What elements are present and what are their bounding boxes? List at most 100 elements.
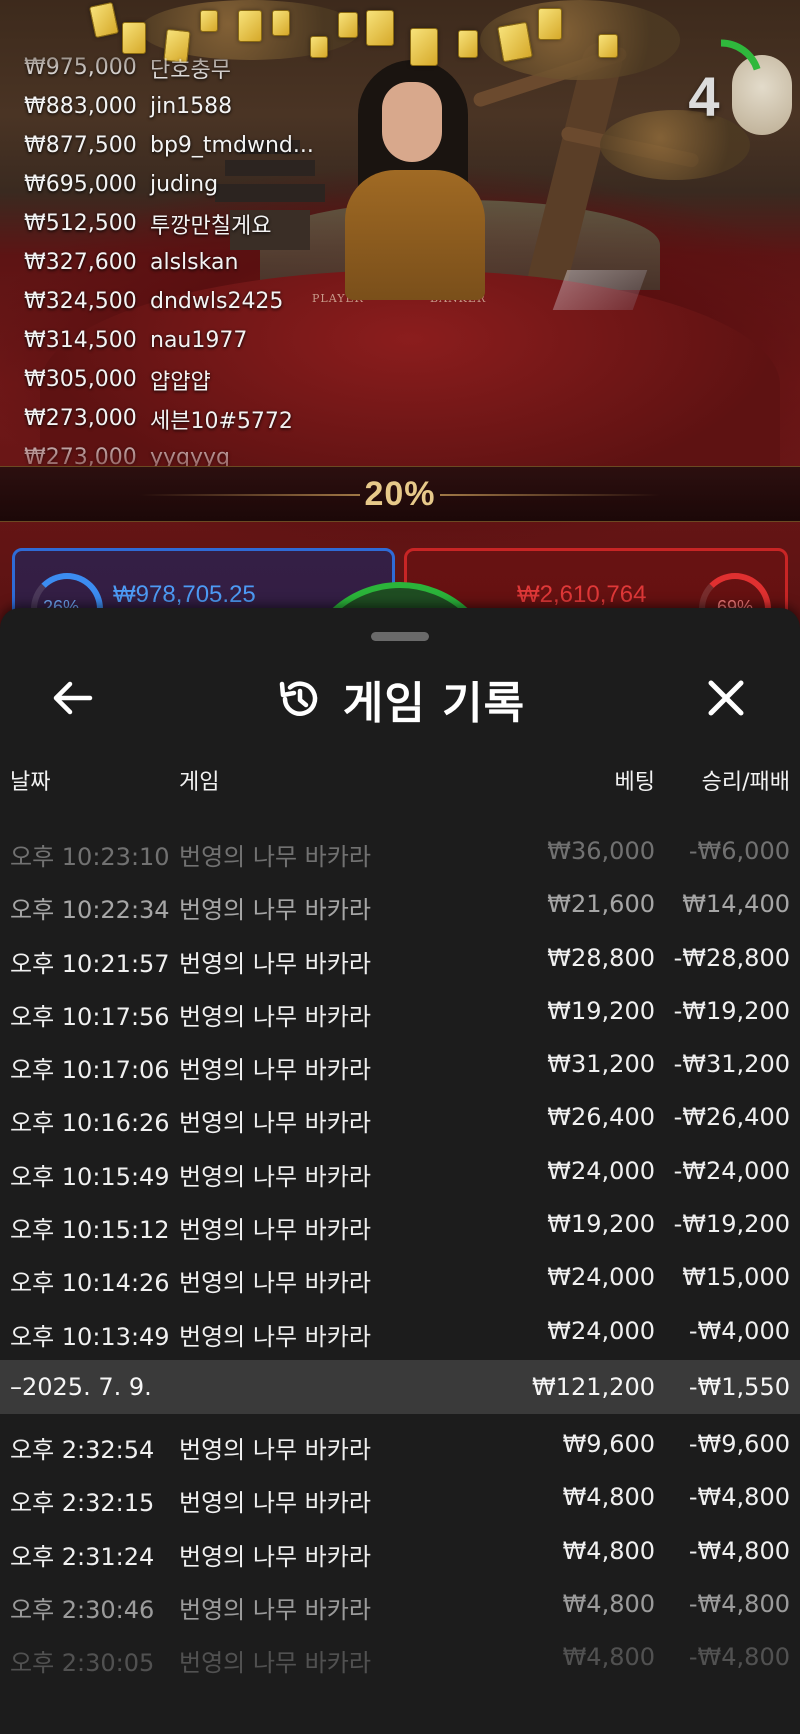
leaderboard-amount: ₩314,500: [24, 328, 137, 353]
row-time: 오후 10:15:12: [10, 1216, 170, 1245]
row-game: 번영의 나무 바카라: [179, 1595, 371, 1624]
row-bet: ₩24,000: [547, 1316, 655, 1345]
row-win-loss: -₩31,200: [673, 1050, 790, 1079]
gold-card-decoration: [598, 34, 618, 58]
history-row[interactable]: 오후 10:15:49 번영의 나무 바카라 ₩24,000 -₩24,000: [0, 1145, 800, 1198]
leaderboard-amount: ₩327,600: [24, 250, 137, 275]
leaderboard-player-name: 투깡만칠게요: [150, 213, 272, 239]
leaderboard-player-name: juding: [150, 172, 219, 197]
player-bet-amount: ₩978,705.25: [113, 581, 256, 608]
sheet-drag-handle[interactable]: [371, 632, 429, 641]
leaderboard-row: ₩314,500 nau1977: [24, 321, 344, 360]
gold-card-decoration: [497, 21, 533, 63]
row-time: 오후 10:23:10: [10, 843, 170, 871]
dealer-figure: [340, 60, 490, 300]
row-time: 오후 10:15:49: [10, 1162, 170, 1191]
day-summary-row[interactable]: –2025. 7. 9. ₩121,200 -₩1,550: [0, 1359, 800, 1414]
row-time: 오후 2:30:46: [10, 1595, 155, 1624]
history-row[interactable]: 오후 10:13:49 번영의 나무 바카라 ₩24,000 -₩4,000: [0, 1305, 800, 1358]
history-row[interactable]: 오후 10:14:26 번영의 나무 바카라 ₩24,000 ₩15,000: [0, 1251, 800, 1304]
leaderboard-row: ₩305,000 얍얍얍: [24, 360, 344, 399]
history-row[interactable]: 오후 2:32:15 번영의 나무 바카라 ₩4,800 -₩4,800: [0, 1471, 800, 1524]
gold-card-decoration: [272, 10, 290, 36]
row-win-loss: -₩4,800: [688, 1589, 790, 1618]
close-button[interactable]: [694, 666, 758, 730]
commission-percent: 20%: [364, 475, 436, 513]
gold-card-decoration: [366, 10, 394, 46]
day-summary-bet: ₩121,200: [532, 1372, 655, 1401]
leaderboard-player-name: 얍얍얍: [150, 369, 211, 395]
row-bet: ₩24,000: [547, 1263, 655, 1292]
history-row[interactable]: 오후 2:32:54 번영의 나무 바카라 ₩9,600 -₩9,600: [0, 1418, 800, 1471]
card-shoe: [552, 270, 648, 310]
history-row[interactable]: 오후 10:15:12 번영의 나무 바카라 ₩19,200 -₩19,200: [0, 1198, 800, 1251]
leaderboard-player-name: jin1588: [150, 94, 233, 119]
leaderboard-amount: ₩975,000: [24, 55, 137, 80]
row-time: 오후 10:17:06: [10, 1056, 170, 1085]
round-countdown: 4: [676, 36, 766, 128]
row-game: 번영의 나무 바카라: [179, 1649, 371, 1678]
row-bet: ₩4,800: [562, 1536, 655, 1565]
gold-card-decoration: [200, 10, 218, 32]
leaderboard-amount: ₩273,000: [24, 406, 137, 431]
sheet-title: 게임 기록: [342, 678, 526, 729]
history-row[interactable]: 오후 10:23:10 번영의 나무 바카라 ₩36,000 -₩6,000: [0, 825, 800, 878]
leaderboard-row: ₩975,000 단호충무: [24, 48, 344, 87]
history-row[interactable]: 오후 10:22:34 번영의 나무 바카라 ₩21,600 ₩14,400: [0, 878, 800, 931]
row-bet: ₩21,600: [547, 890, 655, 919]
row-time: 오후 10:22:34: [10, 896, 170, 925]
gold-card-decoration: [410, 28, 438, 66]
row-win-loss: -₩4,800: [688, 1483, 790, 1512]
row-time: 오후 10:16:26: [10, 1109, 170, 1138]
row-win-loss: ₩15,000: [682, 1263, 790, 1292]
row-time: 오후 10:17:56: [10, 1002, 170, 1031]
leaderboard-player-name: bp9_tmdwnd...: [150, 133, 314, 158]
history-row[interactable]: 오후 10:17:06 번영의 나무 바카라 ₩31,200 -₩31,200: [0, 1038, 800, 1091]
leaderboard-amount: ₩512,500: [24, 211, 137, 236]
history-row[interactable]: 오후 2:30:05 번영의 나무 바카라 ₩4,800 -₩4,800: [0, 1631, 800, 1684]
row-time: 오후 10:14:26: [10, 1269, 170, 1298]
history-row[interactable]: 오후 10:16:26 번영의 나무 바카라 ₩26,400 -₩26,400: [0, 1091, 800, 1144]
row-win-loss: -₩26,400: [673, 1103, 790, 1132]
row-bet: ₩36,000: [547, 837, 655, 865]
row-game: 번영의 나무 바카라: [179, 1322, 371, 1351]
row-win-loss: -₩24,000: [673, 1156, 790, 1185]
row-time: 오후 10:21:57: [10, 949, 170, 978]
history-row[interactable]: 오후 2:31:24 번영의 나무 바카라 ₩4,800 -₩4,800: [0, 1525, 800, 1578]
row-time: 오후 2:32:15: [10, 1489, 155, 1518]
leaderboard-amount: ₩305,000: [24, 367, 137, 392]
history-row[interactable]: 오후 2:30:46 번영의 나무 바카라 ₩4,800 -₩4,800: [0, 1578, 800, 1631]
row-game: 번영의 나무 바카라: [179, 1162, 371, 1191]
history-row[interactable]: 오후 10:21:57 번영의 나무 바카라 ₩28,800 -₩28,800: [0, 932, 800, 985]
banker-bet-amount: ₩2,610,764: [517, 581, 647, 608]
countdown-number: 4: [688, 65, 720, 128]
row-win-loss: -₩9,600: [688, 1429, 790, 1458]
row-bet: ₩28,800: [547, 943, 655, 972]
row-bet: ₩24,000: [547, 1156, 655, 1185]
row-time: 오후 2:31:24: [10, 1542, 155, 1571]
winners-leaderboard: ₩975,000 단호충무 ₩883,000 jin1588 ₩877,500 bp9_t…: [24, 48, 344, 477]
history-row[interactable]: 오후 10:17:56 번영의 나무 바카라 ₩19,200 -₩19,200: [0, 985, 800, 1038]
row-bet: ₩4,800: [562, 1643, 655, 1672]
history-list[interactable]: 오후 10:23:10 번영의 나무 바카라 ₩36,000 -₩6,000 오…: [0, 825, 800, 1684]
row-win-loss: -₩4,800: [688, 1643, 790, 1672]
row-win-loss: -₩4,000: [688, 1316, 790, 1345]
row-time: 오후 2:30:05: [10, 1649, 155, 1678]
leaderboard-amount: ₩877,500: [24, 133, 137, 158]
row-time: 오후 2:32:54: [10, 1435, 155, 1464]
row-game: 번영의 나무 바카라: [179, 896, 371, 925]
row-bet: ₩26,400: [547, 1103, 655, 1132]
leaderboard-amount: ₩324,500: [24, 289, 137, 314]
leaderboard-row: ₩695,000 juding: [24, 165, 344, 204]
leaderboard-row: ₩327,600 alslskan: [24, 243, 344, 282]
row-game: 번영의 나무 바카라: [179, 1489, 371, 1518]
row-bet: ₩19,200: [547, 1210, 655, 1239]
gold-card-decoration: [88, 1, 120, 39]
row-game: 번영의 나무 바카라: [179, 843, 371, 871]
column-header-bet: 베팅: [614, 770, 655, 795]
history-clock-icon: [279, 681, 318, 716]
leaderboard-row: ₩512,500 투깡만칠게요: [24, 204, 344, 243]
row-bet: ₩4,800: [562, 1483, 655, 1512]
row-game: 번영의 나무 바카라: [179, 1542, 371, 1571]
row-bet: ₩31,200: [547, 1050, 655, 1079]
